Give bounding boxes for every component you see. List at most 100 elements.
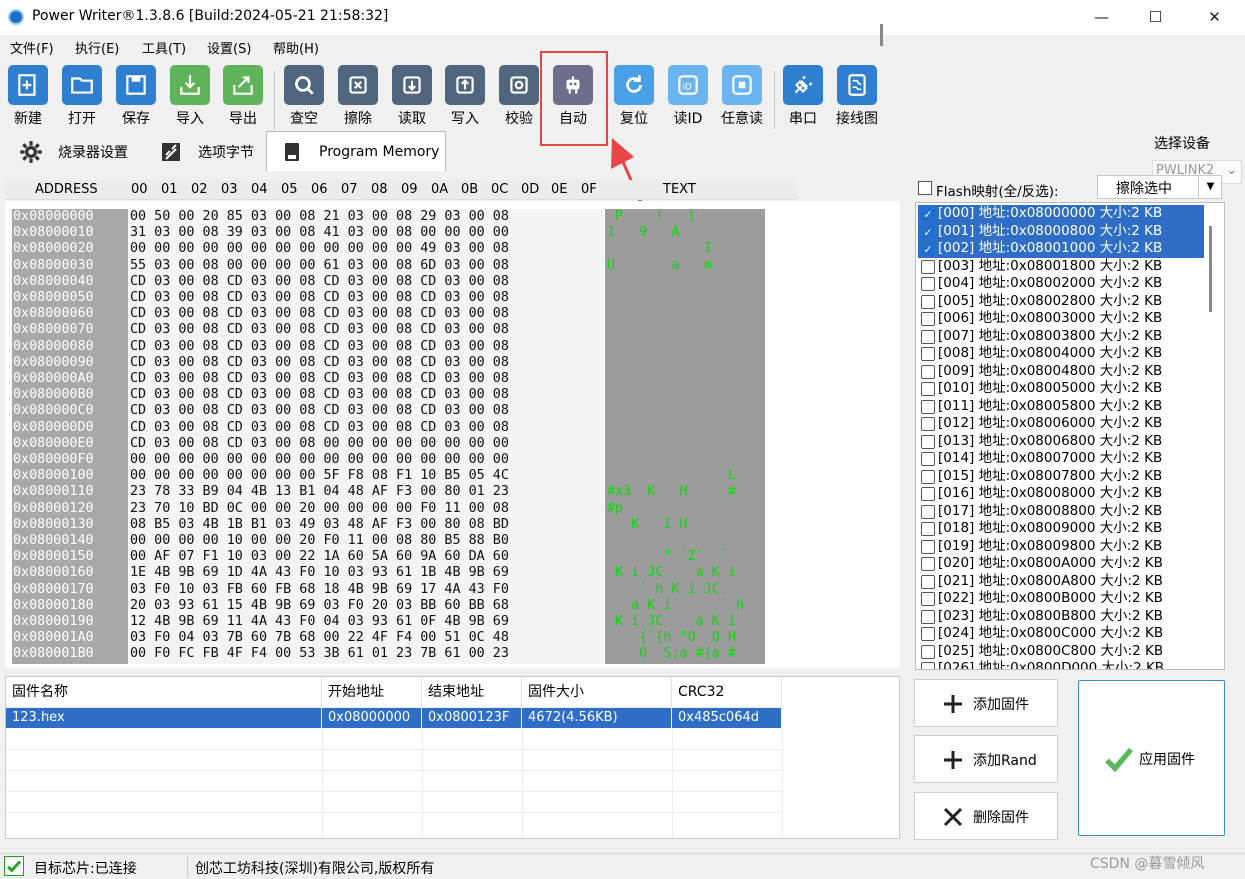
open-button[interactable]: 打开 xyxy=(55,65,109,129)
flash-map-label: Flash映射(全/反选): xyxy=(936,184,1059,200)
new-button[interactable]: 新建 xyxy=(1,65,55,129)
any-read-button[interactable]: 任意读 xyxy=(715,65,769,129)
menu-file[interactable]: 文件(F) xyxy=(10,38,54,57)
menu-execute[interactable]: 执行(E) xyxy=(75,38,119,57)
add-rand-button[interactable]: 添加Rand xyxy=(914,735,1058,783)
maximize-button[interactable]: ☐ xyxy=(1128,0,1183,35)
hex-header-col: 07 xyxy=(341,182,358,197)
list-item[interactable]: ✓[003] 地址:0x08001800 大小:2 KB xyxy=(918,258,1204,276)
chevron-down-icon[interactable]: ▼ xyxy=(1198,176,1222,198)
list-item[interactable]: ✓ [002] 地址:0x08001000 大小:2 KB xyxy=(918,240,1204,258)
export-button[interactable]: 导出 xyxy=(216,65,270,129)
list-item[interactable]: ✓[012] 地址:0x08006000 大小:2 KB xyxy=(918,415,1204,433)
sector-checkbox[interactable]: ✓ xyxy=(921,504,935,519)
hex-viewer[interactable]: 0x08000000 00 50 00 20 85 03 00 08 21 03 … xyxy=(5,201,900,668)
list-item[interactable]: ✓[017] 地址:0x08008800 大小:2 KB xyxy=(918,503,1204,521)
serial-button[interactable]: 串口 xyxy=(776,65,830,129)
import-button[interactable]: 导入 xyxy=(163,65,217,129)
apply-firmware-button[interactable]: 应用固件 xyxy=(1078,680,1225,836)
sector-checkbox[interactable]: ✓ xyxy=(921,224,935,239)
delete-firmware-button[interactable]: 删除固件 xyxy=(914,792,1058,840)
list-item[interactable]: ✓[006] 地址:0x08003000 大小:2 KB xyxy=(918,310,1204,328)
list-item[interactable]: ✓ [000] 地址:0x08000000 大小:2 KB xyxy=(918,205,1204,223)
list-item[interactable]: ✓[018] 地址:0x08009000 大小:2 KB xyxy=(918,520,1204,538)
list-item[interactable]: ✓ [001] 地址:0x08000800 大小:2 KB xyxy=(918,222,1204,240)
hex-bytes: 31 03 00 08 39 03 00 08 41 03 00 08 00 0… xyxy=(130,225,509,241)
sector-checkbox[interactable]: ✓ xyxy=(921,469,935,484)
list-item[interactable]: ✓[016] 地址:0x08008000 大小:2 KB xyxy=(918,485,1204,503)
list-item[interactable]: ✓[024] 地址:0x0800C000 大小:2 KB xyxy=(918,625,1204,643)
add-firmware-button[interactable]: 添加固件 xyxy=(914,679,1058,727)
menu-tools[interactable]: 工具(T) xyxy=(142,38,186,57)
sector-checkbox[interactable]: ✓ xyxy=(921,452,935,466)
tab-program-memory[interactable]: Program Memory xyxy=(266,131,447,171)
list-item[interactable]: ✓[004] 地址:0x08002000 大小:2 KB xyxy=(918,275,1204,293)
sector-checkbox[interactable]: ✓ xyxy=(921,417,935,431)
list-item[interactable]: ✓[021] 地址:0x0800A800 大小:2 KB xyxy=(918,573,1204,591)
flash-sector-list[interactable]: ✓ [000] 地址:0x08000000 大小:2 KB ✓ [001] 地址:0x… xyxy=(915,202,1225,670)
list-item[interactable]: ✓[025] 地址:0x0800C800 大小:2 KB xyxy=(918,643,1204,661)
sector-checkbox[interactable]: ✓ xyxy=(921,294,935,309)
sector-checkbox[interactable]: ✓ xyxy=(921,207,935,221)
hex-bytes: 00 00 00 00 00 00 00 00 00 00 00 00 00 0… xyxy=(130,452,509,467)
sector-checkbox[interactable]: ✓ xyxy=(921,277,935,291)
sector-checkbox[interactable]: ✓ xyxy=(921,364,935,379)
sector-checkbox[interactable]: ✓ xyxy=(921,329,935,344)
list-item[interactable]: ✓[009] 地址:0x08004800 大小:2 KB xyxy=(918,363,1204,381)
minimize-button[interactable]: — xyxy=(1074,0,1129,35)
sector-checkbox[interactable]: ✓ xyxy=(921,522,935,536)
sector-checkbox[interactable]: ✓ xyxy=(921,662,935,669)
tab-programmer-settings[interactable]: 烧录器设置 xyxy=(18,135,128,169)
menu-settings[interactable]: 设置(S) xyxy=(207,38,251,57)
sector-checkbox[interactable]: ✓ xyxy=(921,627,935,641)
wiring-button[interactable]: 接线图 xyxy=(830,65,884,129)
list-item[interactable]: ✓[007] 地址:0x08003800 大小:2 KB xyxy=(918,328,1204,346)
list-item[interactable]: ✓[013] 地址:0x08006800 大小:2 KB xyxy=(918,433,1204,451)
sector-checkbox[interactable]: ✓ xyxy=(921,574,935,589)
flash-map-select-all-checkbox[interactable] xyxy=(918,181,932,195)
tab-option-bytes[interactable]: 选项字节 xyxy=(158,135,254,169)
list-item[interactable]: ✓[010] 地址:0x08005000 大小:2 KB xyxy=(918,380,1204,398)
check-icon xyxy=(4,856,24,876)
hex-bytes: CD 03 00 08 CD 03 00 08 CD 03 00 08 CD 0… xyxy=(130,354,509,370)
sector-checkbox[interactable]: ✓ xyxy=(921,434,935,449)
sector-checkbox[interactable]: ✓ xyxy=(921,644,935,659)
verify-button[interactable]: 校验 xyxy=(492,65,546,129)
check-blank-button[interactable]: 查空 xyxy=(277,65,331,129)
hex-bytes: CD 03 00 08 CD 03 00 08 CD 03 00 08 CD 0… xyxy=(130,403,509,419)
sector-scrollbar[interactable] xyxy=(1209,226,1212,312)
sector-checkbox[interactable]: ✓ xyxy=(921,312,935,326)
list-item[interactable]: ✓[022] 地址:0x0800B000 大小:2 KB xyxy=(918,590,1204,608)
sector-checkbox[interactable]: ✓ xyxy=(921,539,935,554)
sector-checkbox[interactable]: ✓ xyxy=(921,242,935,256)
list-item[interactable]: ✓[026] 地址:0x0800D000 大小:2 KB xyxy=(918,660,1204,669)
save-icon xyxy=(116,65,156,105)
list-item[interactable]: ✓[005] 地址:0x08002800 大小:2 KB xyxy=(918,293,1204,311)
erase-button[interactable]: 擦除 xyxy=(331,65,385,129)
read-id-button[interactable]: iD 读ID xyxy=(661,65,715,129)
write-button[interactable]: 写入 xyxy=(438,65,492,129)
sector-checkbox[interactable]: ✓ xyxy=(921,609,935,624)
sector-checkbox[interactable]: ✓ xyxy=(921,592,935,606)
list-item[interactable]: ✓[014] 地址:0x08007000 大小:2 KB xyxy=(918,450,1204,468)
list-item[interactable]: ✓[020] 地址:0x0800A000 大小:2 KB xyxy=(918,555,1204,573)
sector-checkbox[interactable]: ✓ xyxy=(921,557,935,571)
hex-bytes: 12 4B 9B 69 11 4A 43 F0 04 03 93 61 0F 4… xyxy=(130,614,509,629)
list-item[interactable]: ✓[023] 地址:0x0800B800 大小:2 KB xyxy=(918,608,1204,626)
sector-checkbox[interactable]: ✓ xyxy=(921,259,935,274)
list-item[interactable]: ✓[008] 地址:0x08004000 大小:2 KB xyxy=(918,345,1204,363)
list-item[interactable]: ✓[015] 地址:0x08007800 大小:2 KB xyxy=(918,468,1204,486)
hex-scrollbar[interactable] xyxy=(880,24,883,46)
sector-checkbox[interactable]: ✓ xyxy=(921,487,935,501)
sector-checkbox[interactable]: ✓ xyxy=(921,399,935,414)
read-button[interactable]: 读取 xyxy=(385,65,439,129)
sector-checkbox[interactable]: ✓ xyxy=(921,347,935,361)
erase-selected-button[interactable]: 擦除选中 ▼ xyxy=(1097,175,1222,199)
menu-help[interactable]: 帮助(H) xyxy=(273,38,319,57)
close-button[interactable]: ✕ xyxy=(1187,0,1242,35)
sector-checkbox[interactable]: ✓ xyxy=(921,382,935,396)
list-item[interactable]: ✓[011] 地址:0x08005800 大小:2 KB xyxy=(918,398,1204,416)
reset-button[interactable]: 复位 xyxy=(607,65,661,129)
list-item[interactable]: ✓[019] 地址:0x08009800 大小:2 KB xyxy=(918,538,1204,556)
save-button[interactable]: 保存 xyxy=(109,65,163,129)
